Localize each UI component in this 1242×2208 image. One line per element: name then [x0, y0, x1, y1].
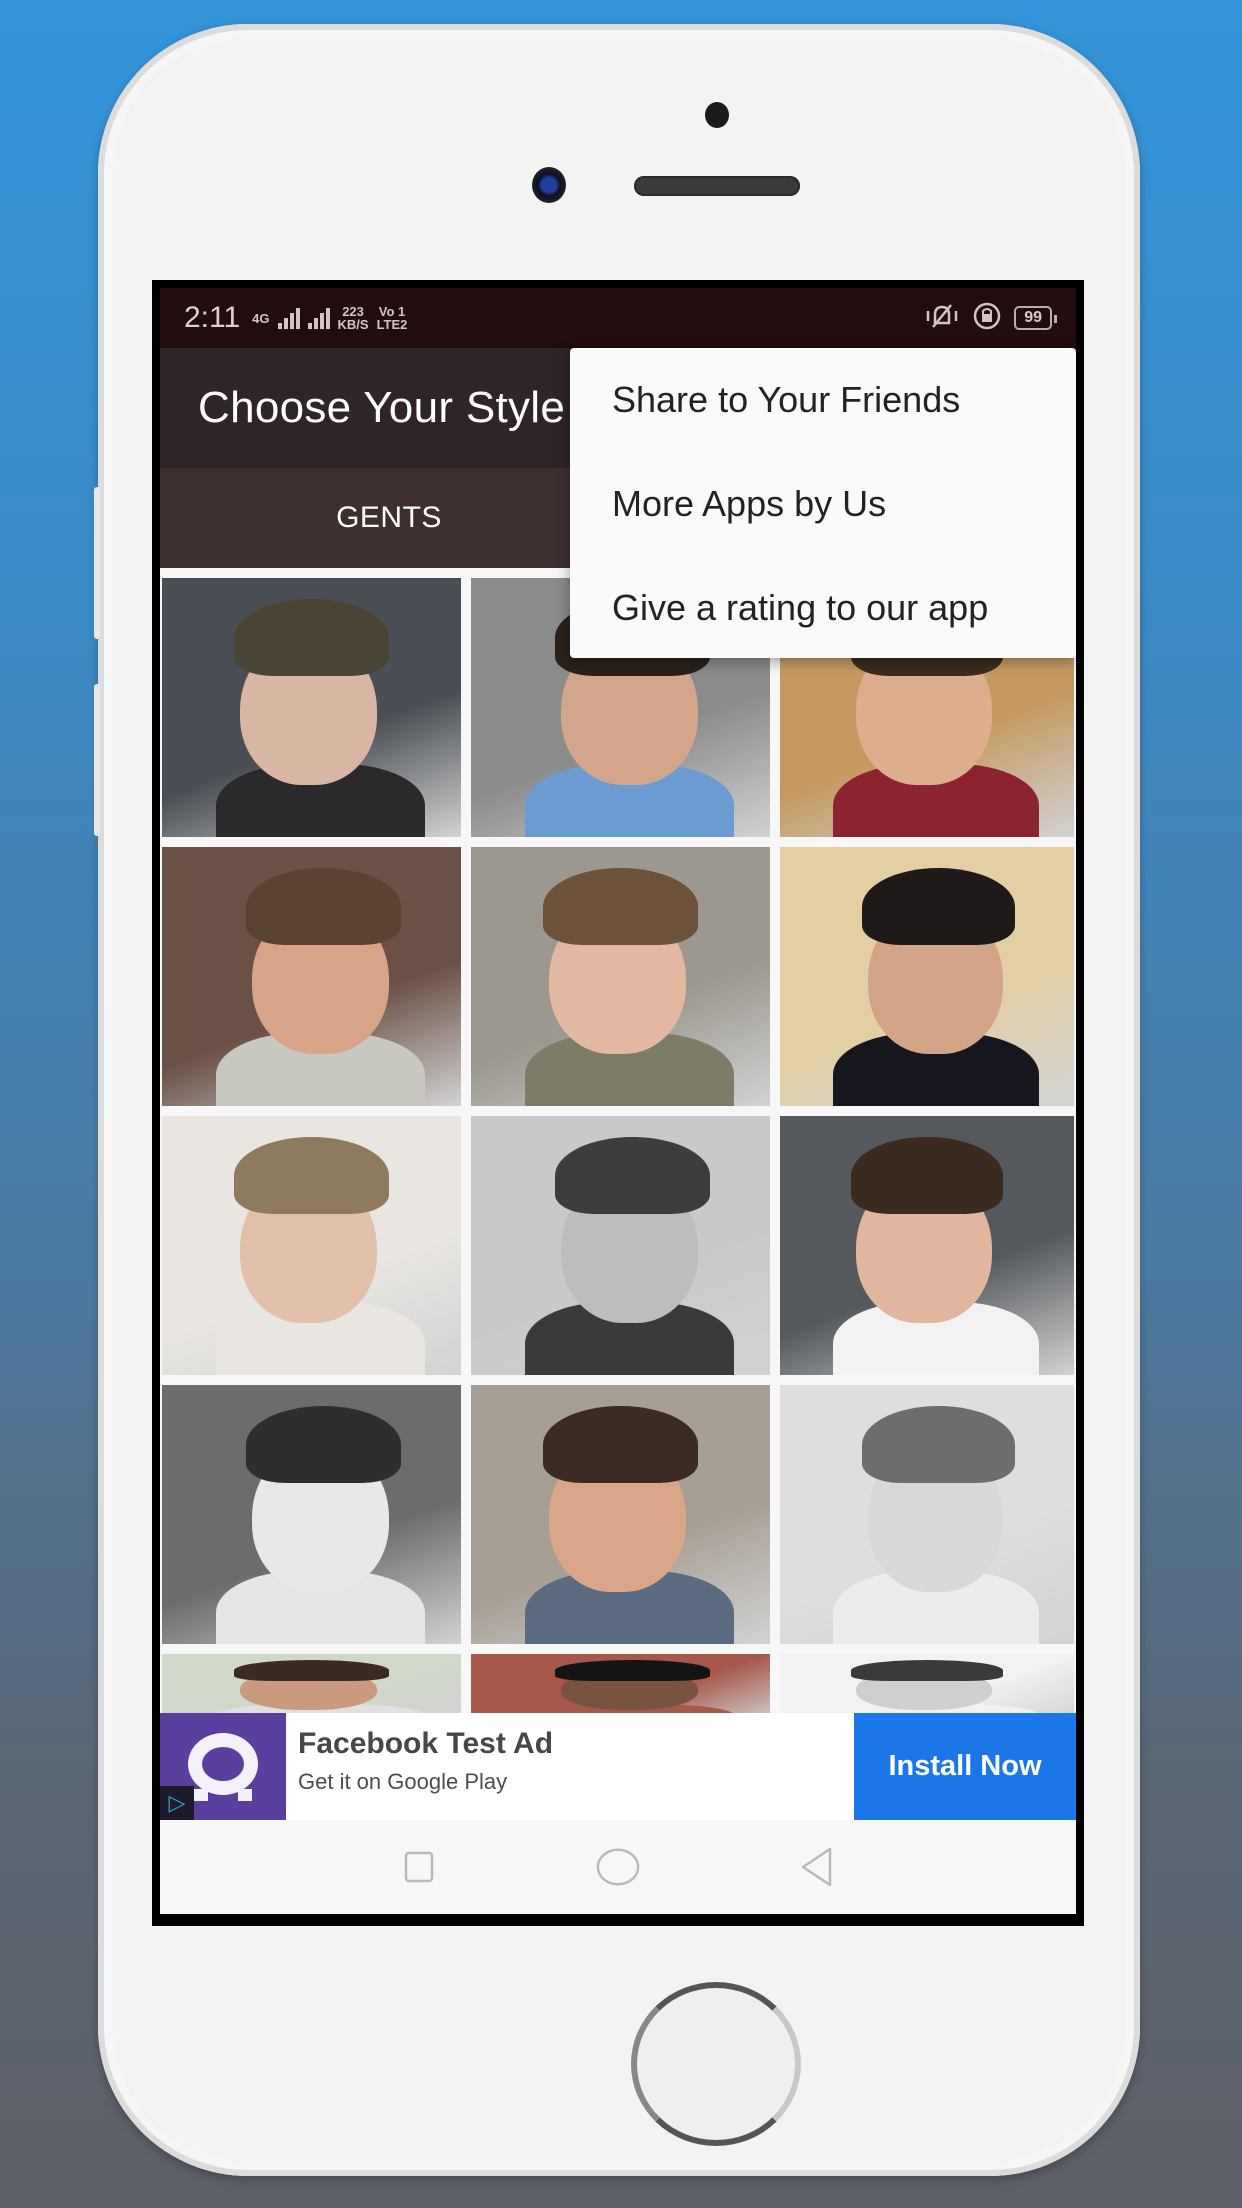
ad-app-icon: ▷ [160, 1713, 286, 1820]
portrait-hair [554, 1659, 711, 1681]
signal-4g-icon [277, 307, 300, 329]
volume-up-button [94, 487, 100, 639]
rotation-lock-icon [972, 301, 1002, 336]
back-button[interactable] [794, 1844, 840, 1890]
hairstyle-thumbnail[interactable] [162, 1116, 461, 1375]
ad-subtitle: Get it on Google Play [298, 1769, 508, 1794]
hairstyle-thumbnail[interactable] [471, 847, 770, 1106]
home-button[interactable] [595, 1844, 641, 1890]
portrait-hair [245, 867, 402, 946]
portrait-hair [542, 1405, 699, 1484]
vibrate-muted-icon [924, 301, 960, 336]
home-icon [596, 1848, 640, 1886]
tab-gents[interactable]: GENTS [160, 468, 618, 568]
recents-icon [405, 1851, 434, 1883]
hairstyle-thumbnail[interactable] [780, 1116, 1074, 1375]
front-camera [532, 167, 566, 203]
battery-icon: 99 [1014, 306, 1057, 330]
portrait-hair [233, 1659, 390, 1681]
signal-bars-icon [307, 307, 330, 329]
proximity-sensor [705, 102, 729, 128]
hairstyle-thumbnail[interactable] [471, 1116, 770, 1375]
back-icon [801, 1847, 831, 1887]
volume-down-button [94, 684, 100, 836]
portrait-hair [233, 598, 390, 677]
earpiece-speaker [634, 176, 800, 196]
install-now-button[interactable]: Install Now [854, 1713, 1076, 1820]
hairstyle-thumbnail[interactable] [471, 1385, 770, 1644]
system-nav-bar [160, 1820, 1076, 1914]
portrait-hair [862, 867, 1016, 946]
portrait-hair [245, 1405, 402, 1484]
device-screen: 2:11 4G 223 KB/S Vo 1 LTE2 99 Choose You… [152, 280, 1084, 1926]
hairstyle-thumbnail[interactable] [162, 578, 461, 837]
menu-item-more-apps[interactable]: More Apps by Us [570, 452, 1076, 556]
hairstyle-thumbnail[interactable] [780, 1385, 1074, 1644]
portrait-hair [850, 1136, 1004, 1215]
portrait-hair [554, 1136, 711, 1215]
portrait-hair [542, 867, 699, 946]
menu-item-share[interactable]: Share to Your Friends [570, 348, 1076, 452]
portrait-hair [233, 1136, 390, 1215]
hairstyle-thumbnail[interactable] [162, 1385, 461, 1644]
page-title: Choose Your Style [198, 383, 566, 432]
ad-choices-icon[interactable]: ▷ [160, 1786, 194, 1820]
menu-item-rate-app[interactable]: Give a rating to our app [570, 556, 1076, 660]
portrait-hair [850, 1659, 1004, 1681]
recents-button[interactable] [396, 1844, 442, 1890]
hairstyle-thumbnail[interactable] [162, 847, 461, 1106]
hairstyle-thumbnail[interactable] [780, 847, 1074, 1106]
hardware-home-button[interactable] [631, 1982, 801, 2146]
status-bar: 2:11 4G 223 KB/S Vo 1 LTE2 99 [160, 288, 1076, 348]
portrait-hair [862, 1405, 1016, 1484]
ad-banner[interactable]: ▷ Facebook Test Ad Get it on Google Play… [160, 1713, 1076, 1820]
status-time: 2:11 [184, 301, 241, 334]
network-type: 4G [252, 310, 270, 326]
volte-indicator: Vo 1 LTE2 [376, 304, 408, 332]
overflow-menu: Share to Your Friends More Apps by Us Gi… [570, 348, 1076, 658]
hairstyle-gallery [162, 578, 1074, 1724]
ad-title: Facebook Test Ad [298, 1727, 554, 1760]
data-speed: 223 KB/S [337, 304, 369, 332]
